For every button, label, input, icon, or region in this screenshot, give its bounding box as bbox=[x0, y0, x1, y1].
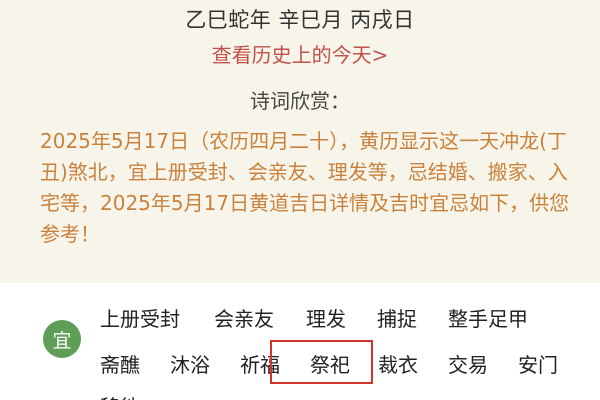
yi-item[interactable]: 移徙 bbox=[100, 391, 140, 400]
yi-item[interactable]: 斋醮 bbox=[100, 349, 140, 378]
yi-item[interactable]: 捕捉 bbox=[377, 303, 417, 332]
yi-item[interactable]: 沐浴 bbox=[170, 349, 210, 378]
almanac-page: 乙巳蛇年 辛巳月 丙戌日 查看历史上的今天> 诗词欣赏： 2025年5月17日（… bbox=[0, 0, 600, 400]
poem-appreciation-label: 诗词欣赏： bbox=[250, 89, 350, 113]
yi-item[interactable]: 安门 bbox=[518, 349, 558, 378]
yi-item[interactable]: 裁衣 bbox=[378, 349, 418, 378]
yi-item[interactable]: 祈福 bbox=[240, 349, 280, 378]
yi-item[interactable]: 会亲友 bbox=[214, 303, 274, 332]
yi-item[interactable]: 整手足甲 bbox=[448, 303, 528, 332]
yi-badge-icon: 宜 bbox=[43, 320, 81, 358]
ganzhi-date: 乙巳蛇年 辛巳月 丙戌日 bbox=[185, 8, 415, 32]
yi-item[interactable]: 理发 bbox=[306, 303, 346, 332]
almanac-description: 2025年5月17日（农历四月二十），黄历显示这一天冲龙(丁丑)煞北，宜上册受封… bbox=[40, 129, 570, 246]
almanac-info-card: 乙巳蛇年 辛巳月 丙戌日 查看历史上的今天> 诗词欣赏： 2025年5月17日（… bbox=[0, 0, 600, 283]
yi-item-highlighted[interactable]: 祭祀 bbox=[310, 349, 350, 378]
history-today-link[interactable]: 查看历史上的今天> bbox=[0, 39, 600, 68]
yi-item[interactable]: 上册受封 bbox=[100, 303, 180, 332]
yi-item[interactable]: 交易 bbox=[448, 349, 488, 378]
